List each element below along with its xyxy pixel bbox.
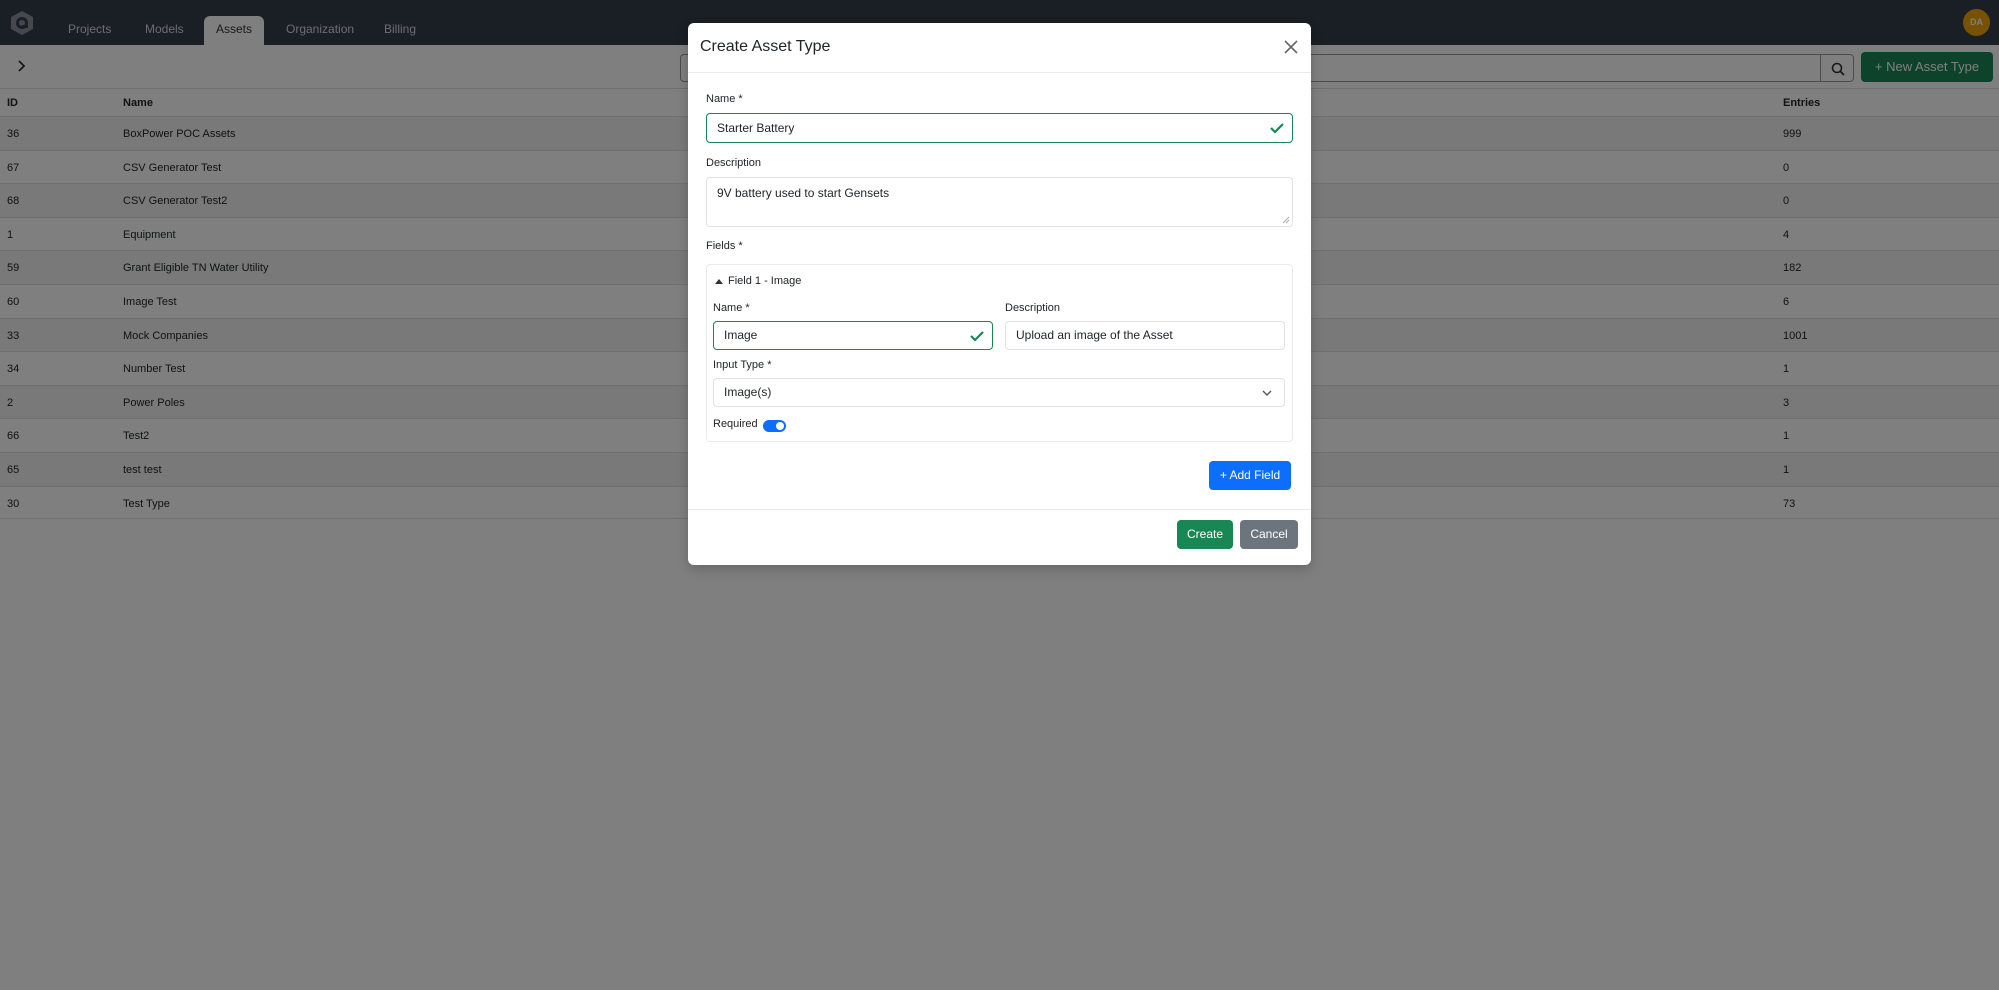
field-description-value: Upload an image of the Asset [1016,328,1173,342]
close-icon [1284,40,1298,54]
add-field-button[interactable]: + Add Field [1209,461,1291,490]
fields-label: Fields * [706,240,743,252]
required-toggle[interactable] [763,420,786,432]
field-name-value: Image [724,328,758,342]
required-label: Required [713,418,758,430]
description-textarea-value: 9V battery used to start Gensets [717,186,890,200]
create-button[interactable]: Create [1177,520,1233,549]
field-header: Field 1 - Image [728,275,802,287]
field-description-label: Description [1005,302,1061,314]
field-name-label: Name * [713,302,750,314]
description-label: Description [706,157,762,169]
resize-grip-icon[interactable] [1282,216,1290,224]
valid-check-icon [970,330,984,342]
name-label: Name * [706,93,743,105]
input-type-select[interactable]: Image(s) [713,378,1285,407]
caret-up-icon [715,278,723,284]
toggle-knob [776,422,784,430]
create-asset-type-modal: Create Asset Type Name * Starter Battery… [688,23,1311,565]
chevron-down-icon [1262,390,1272,396]
description-textarea[interactable]: 9V battery used to start Gensets [706,177,1293,227]
cancel-button[interactable]: Cancel [1240,520,1298,549]
field-card: Field 1 - Image Name * Image Description… [706,264,1293,442]
field-collapse-toggle[interactable]: Field 1 - Image [715,275,801,287]
modal-header: Create Asset Type [688,23,1311,73]
name-input-value: Starter Battery [717,121,795,135]
modal-footer: Create Cancel [688,509,1311,565]
name-input[interactable]: Starter Battery [706,113,1293,143]
field-name-input[interactable]: Image [713,321,993,350]
close-button[interactable] [1281,37,1301,57]
input-type-label: Input Type * [713,359,772,371]
modal-title: Create Asset Type [700,38,831,55]
field-description-input[interactable]: Upload an image of the Asset [1005,321,1285,350]
input-type-value: Image(s) [724,385,772,399]
valid-check-icon [1270,123,1284,134]
